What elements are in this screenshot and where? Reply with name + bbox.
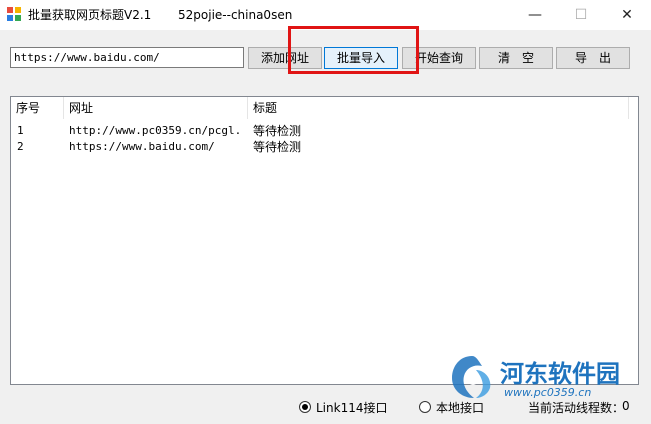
hedong-logo-icon — [452, 356, 491, 398]
row-status: 等待检测 — [253, 124, 302, 138]
column-header-index[interactable]: 序号 — [11, 97, 64, 119]
watermark: 河东软件园 www.pc0359.cn — [446, 352, 646, 400]
export-button[interactable]: 导 出 — [556, 47, 630, 69]
thread-count-value: 0 — [622, 399, 630, 413]
radio-link114-label[interactable]: Link114接口 — [316, 399, 387, 416]
radio-link114[interactable] — [299, 401, 311, 413]
row-url: http://www.pc0359.cn/pcgl... — [69, 124, 243, 137]
close-button[interactable]: ✕ — [604, 0, 650, 30]
maximize-button[interactable]: ☐ — [558, 0, 604, 30]
window-subtitle: 52pojie--china0sen — [178, 8, 293, 22]
list-header: 序号 网址 标题 — [11, 97, 638, 119]
row-index: 2 — [17, 140, 24, 153]
start-query-button[interactable]: 开始查询 — [402, 47, 476, 69]
add-url-button[interactable]: 添加网址 — [248, 47, 322, 69]
list-row[interactable]: 1 http://www.pc0359.cn/pcgl... 等待检测 — [11, 123, 638, 139]
app-window-icon — [7, 7, 21, 21]
url-list[interactable]: 序号 网址 标题 1 http://www.pc0359.cn/pcgl... … — [10, 96, 639, 385]
clear-button[interactable]: 清 空 — [479, 47, 553, 69]
watermark-url: www.pc0359.cn — [504, 386, 592, 399]
title-bar: 批量获取网页标题V2.1 52pojie--china0sen — ☐ ✕ — [0, 0, 651, 31]
row-status: 等待检测 — [253, 140, 302, 154]
row-url: https://www.baidu.com/ — [69, 140, 215, 153]
window-title: 批量获取网页标题V2.1 52pojie--china0sen — [28, 8, 293, 22]
radio-local-label[interactable]: 本地接口 — [436, 399, 484, 416]
watermark-text: 河东软件园 — [500, 359, 620, 388]
list-row[interactable]: 2 https://www.baidu.com/ 等待检测 — [11, 139, 638, 155]
batch-import-button[interactable]: 批量导入 — [324, 47, 398, 69]
thread-count-label: 当前活动线程数： — [528, 401, 625, 415]
radio-local[interactable] — [419, 401, 431, 413]
row-index: 1 — [17, 124, 24, 137]
minimize-button[interactable]: — — [512, 0, 558, 30]
url-input[interactable]: https://www.baidu.com/ — [10, 47, 244, 68]
column-header-title[interactable]: 标题 — [248, 97, 629, 119]
column-header-url[interactable]: 网址 — [64, 97, 248, 119]
